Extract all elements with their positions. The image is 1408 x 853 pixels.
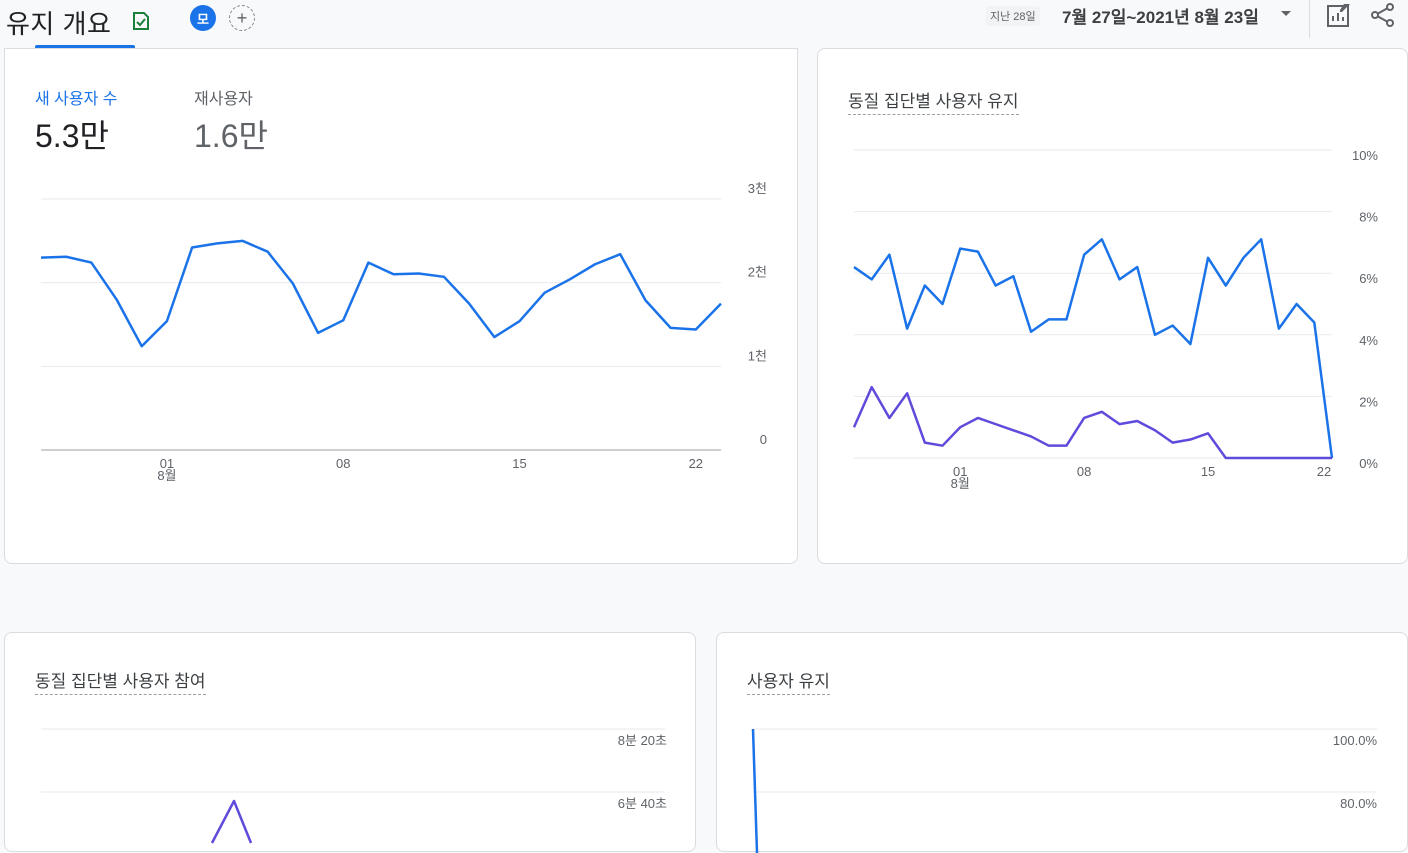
- x-tick-label: 8월: [157, 468, 176, 483]
- new-users-line-chart: 01천2천3천018월08 15 22: [40, 181, 767, 483]
- y-tick-label: 8%: [1359, 210, 1378, 225]
- plus-icon: +: [236, 7, 248, 28]
- cohort-retention-line-chart: 0%2%4%6%8%10%018월08 15 22: [852, 148, 1378, 491]
- customize-report-icon[interactable]: [1326, 2, 1352, 28]
- series-line-user-retention: [751, 728, 759, 853]
- y-tick-label: 0: [760, 432, 767, 447]
- x-tick-label: 8월: [951, 476, 970, 491]
- y-tick-label: 8분 20초: [618, 733, 667, 748]
- x-tick-label: 22: [1317, 464, 1331, 479]
- y-tick-label: 6%: [1359, 271, 1378, 286]
- y-tick-label: 10%: [1352, 148, 1378, 163]
- report-saved-icon[interactable]: [130, 10, 152, 32]
- page-title: 유지 개요: [6, 9, 112, 39]
- overview-card: 새 사용자 수 5.3만 재사용자 1.6만 0 1천 2천 3천 01 8월 08 15 22: [4, 45, 798, 564]
- y-tick-label: 100.0%: [1333, 733, 1378, 748]
- x-tick-label: 08: [336, 456, 350, 471]
- y-tick-label: 6분 40초: [618, 796, 667, 811]
- series-line-new-users: [40, 239, 722, 348]
- user-retention-card: 사용자 유지 100.0% 80.0%: [716, 632, 1408, 853]
- y-tick-label: 4%: [1359, 333, 1378, 348]
- toolbar-divider: [1309, 0, 1310, 38]
- x-tick-label: 15: [512, 456, 526, 471]
- series-line-cohort-0: [853, 238, 1334, 459]
- header-bar: 유지 개요 모 + 지난 28일 7월 27일~2021년 8월 23일: [0, 0, 1408, 40]
- cohort-engagement-card: 동질 집단별 사용자 참여 6분 40초 8분 20초: [4, 632, 696, 852]
- user-retention-line-chart: 100.0% 80.0%: [751, 728, 1378, 853]
- series-line-engagement: [210, 799, 253, 844]
- chevron-down-icon[interactable]: [1281, 11, 1291, 16]
- date-range-prefix: 지난 28일: [986, 6, 1040, 26]
- add-comparison-button[interactable]: +: [229, 5, 255, 31]
- x-tick-label: 22: [689, 456, 703, 471]
- comparison-chip[interactable]: 모: [190, 5, 216, 31]
- date-range-picker[interactable]: 7월 27일~2021년 8월 23일: [1062, 3, 1259, 28]
- cohort-engagement-line-chart: 6분 40초 8분 20초: [41, 728, 667, 844]
- y-tick-label: 3천: [748, 181, 767, 196]
- y-tick-label: 0%: [1359, 456, 1378, 471]
- y-tick-label: 2%: [1359, 394, 1378, 409]
- y-tick-label: 80.0%: [1340, 796, 1377, 811]
- y-tick-label: 2천: [748, 265, 767, 280]
- x-tick-label: 15: [1201, 464, 1215, 479]
- selected-tab-indicator: [35, 45, 135, 48]
- y-tick-label: 1천: [748, 348, 767, 363]
- series-line-cohort-1: [852, 385, 1332, 460]
- cohort-retention-card: 동질 집단별 사용자 유지 0% 2% 4% 6% 8% 10% 01 8월 08 15 22: [817, 48, 1408, 564]
- share-icon[interactable]: [1370, 2, 1396, 28]
- x-tick-label: 08: [1077, 464, 1091, 479]
